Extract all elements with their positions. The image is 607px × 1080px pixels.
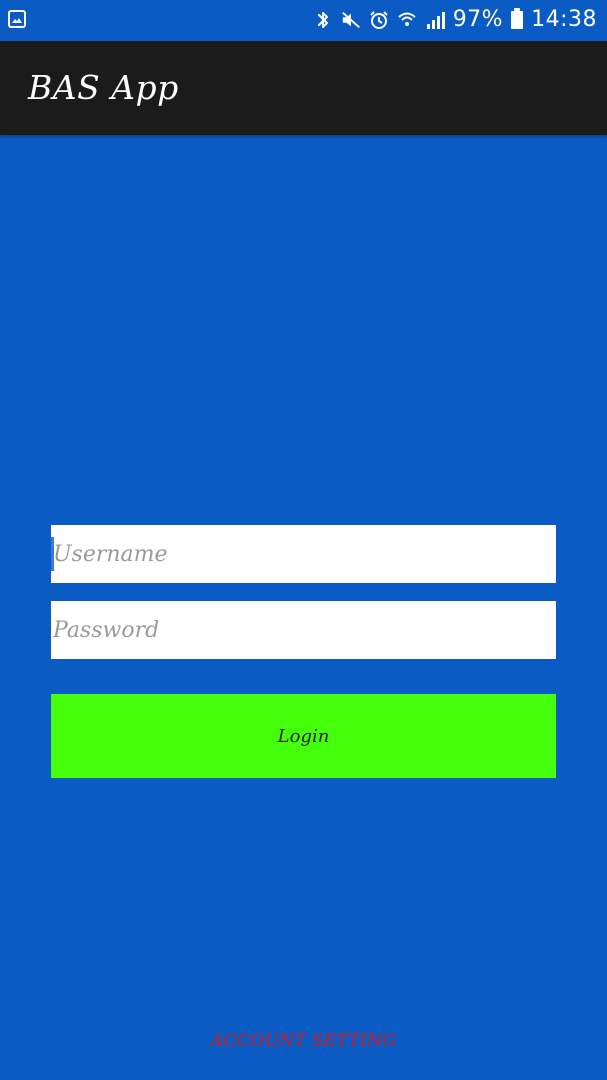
signal-icon <box>425 10 445 30</box>
status-bar: 97% 14:38 <box>0 0 607 41</box>
battery-percent: 97% <box>452 7 504 32</box>
username-input[interactable] <box>51 525 556 583</box>
wifi-icon <box>397 10 417 30</box>
image-icon <box>8 10 26 28</box>
battery-icon <box>511 8 524 29</box>
password-field[interactable] <box>51 601 556 659</box>
login-button[interactable]: Login <box>51 694 556 778</box>
bluetooth-icon <box>313 10 333 30</box>
account-setting-link[interactable]: ACCOUNT SETTING <box>0 1026 607 1056</box>
password-input[interactable] <box>51 601 556 659</box>
alarm-icon <box>369 10 389 30</box>
app-bar: BAS App <box>0 41 607 135</box>
username-field[interactable] <box>51 525 556 583</box>
clock-time: 14:38 <box>531 7 597 32</box>
app-title: BAS App <box>28 68 179 107</box>
mute-icon <box>341 10 361 30</box>
status-icons: 97% 14:38 <box>313 6 597 34</box>
